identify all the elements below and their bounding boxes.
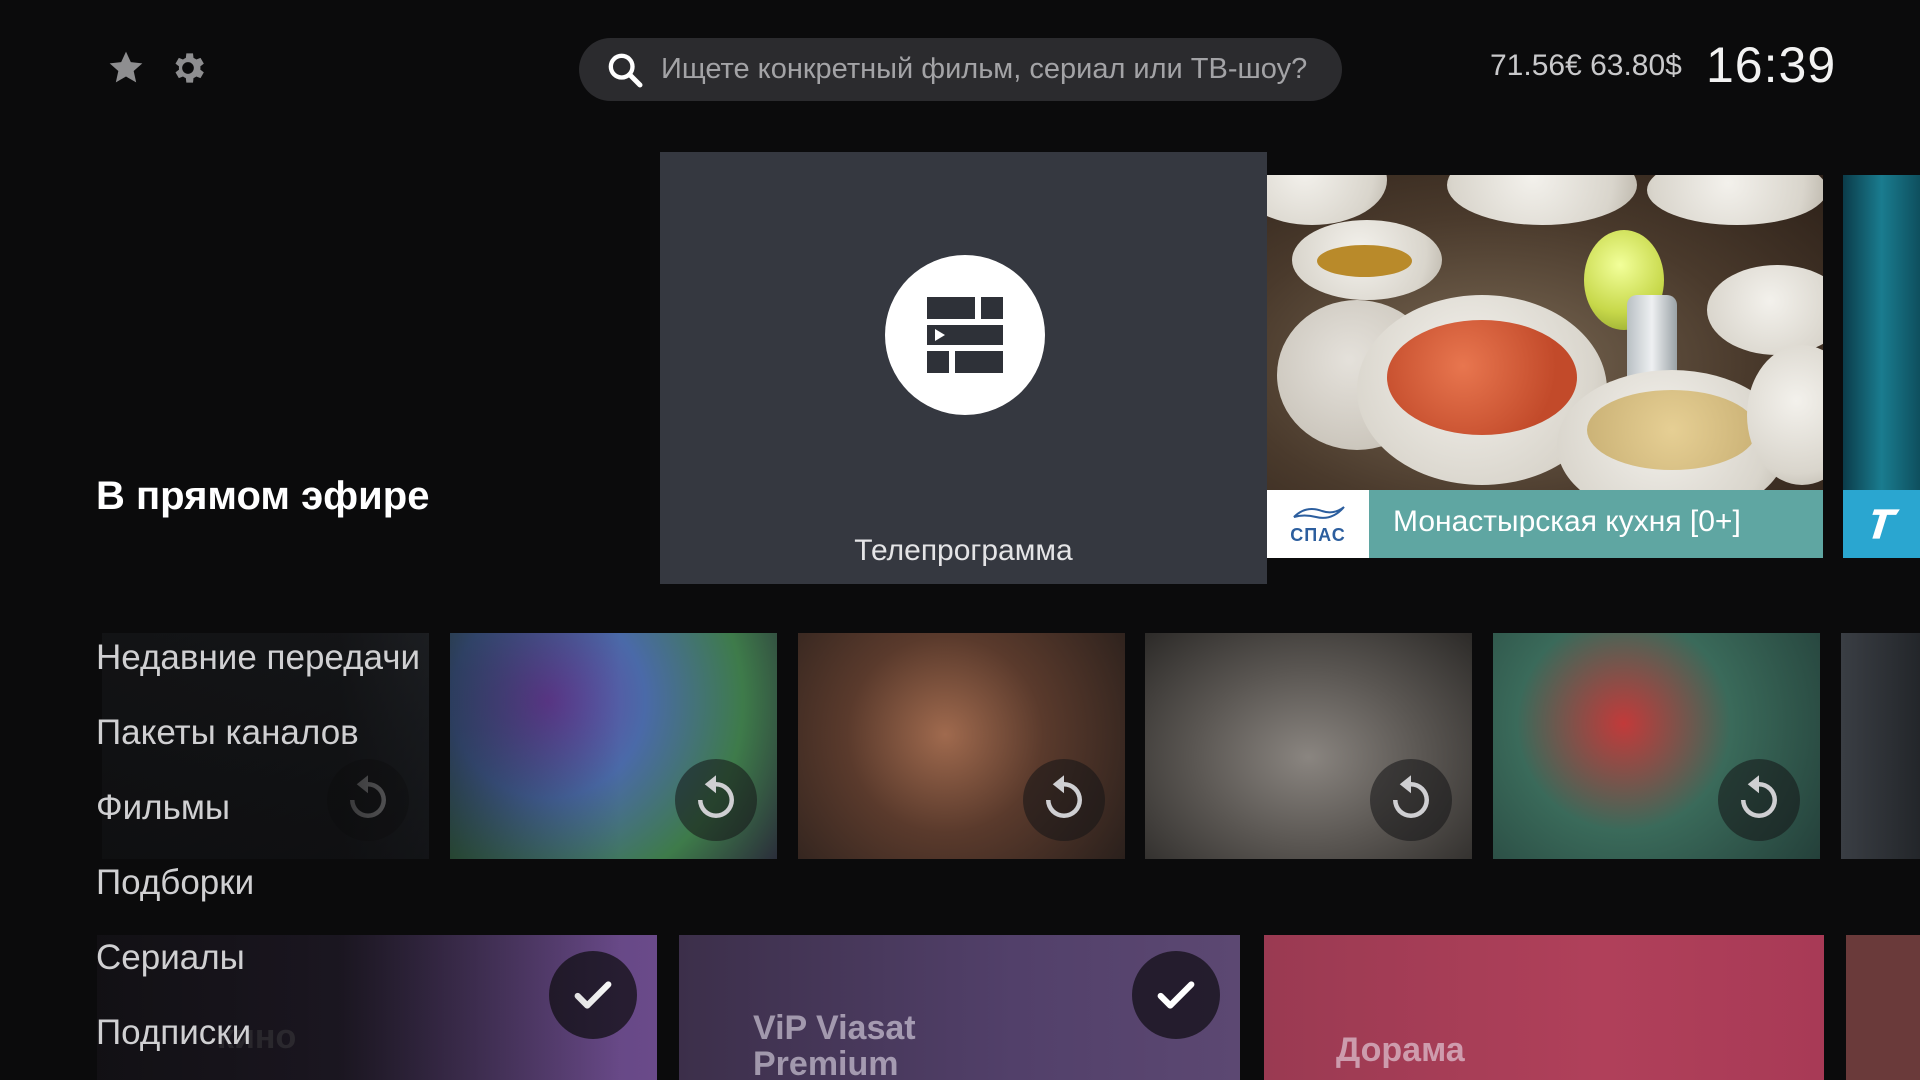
- menu-item-movies[interactable]: Фильмы: [96, 782, 420, 857]
- replay-icon: [1718, 759, 1800, 841]
- menu-item-recent[interactable]: Недавние передачи: [96, 632, 420, 707]
- section-title-live: В прямом эфире: [96, 474, 430, 518]
- checkmark-icon: [1132, 951, 1220, 1039]
- menu-item-subscriptions[interactable]: Подписки: [96, 1007, 420, 1080]
- replay-icon: [1023, 759, 1105, 841]
- program-title: Монастырская кухня [0+]: [1393, 505, 1741, 538]
- search-icon: [603, 48, 647, 92]
- menu-item-collections[interactable]: Подборки: [96, 857, 420, 932]
- subscription-card[interactable]: [1846, 935, 1920, 1080]
- menu-item-series[interactable]: Сериалы: [96, 932, 420, 1007]
- menu-item-packages[interactable]: Пакеты каналов: [96, 707, 420, 782]
- search-input[interactable]: Ищете конкретный фильм, сериал или ТВ-шо…: [579, 38, 1342, 101]
- recent-item[interactable]: [450, 633, 777, 859]
- program-thumbnail: [1843, 175, 1920, 490]
- account-balance: 71.56€ 63.80$: [1490, 49, 1682, 82]
- replay-icon: [1370, 759, 1452, 841]
- tv-guide-icon: [885, 255, 1045, 415]
- app-screen: Ищете конкретный фильм, сериал или ТВ-шо…: [0, 0, 1920, 1080]
- tv-guide-label: Телепрограмма: [854, 534, 1073, 567]
- program-thumbnail: [1267, 175, 1823, 490]
- subscription-card[interactable]: ViP Viasat Premium: [679, 935, 1240, 1080]
- next-live-card[interactable]: [1843, 175, 1920, 558]
- main-menu: Недавние передачи Пакеты каналов Фильмы …: [96, 632, 420, 1080]
- star-icon[interactable]: [104, 46, 148, 90]
- recent-item[interactable]: [1145, 633, 1472, 859]
- live-program-card[interactable]: СПАС Монастырская кухня [0+]: [1267, 175, 1823, 558]
- clock: 16:39: [1706, 37, 1837, 93]
- tv-guide-card[interactable]: Телепрограмма: [660, 152, 1267, 584]
- channel-one-logo: [1843, 490, 1920, 558]
- subscription-card[interactable]: Дорама: [1264, 935, 1824, 1080]
- checkmark-icon: [549, 951, 637, 1039]
- recent-item[interactable]: [798, 633, 1125, 859]
- channel-logo: СПАС: [1267, 490, 1369, 558]
- program-info-bar: СПАС Монастырская кухня [0+]: [1267, 490, 1823, 558]
- search-placeholder: Ищете конкретный фильм, сериал или ТВ-шо…: [661, 53, 1308, 85]
- recent-item[interactable]: [1841, 633, 1920, 859]
- gear-icon[interactable]: [166, 46, 210, 90]
- replay-icon: [675, 759, 757, 841]
- recent-item[interactable]: [1493, 633, 1820, 859]
